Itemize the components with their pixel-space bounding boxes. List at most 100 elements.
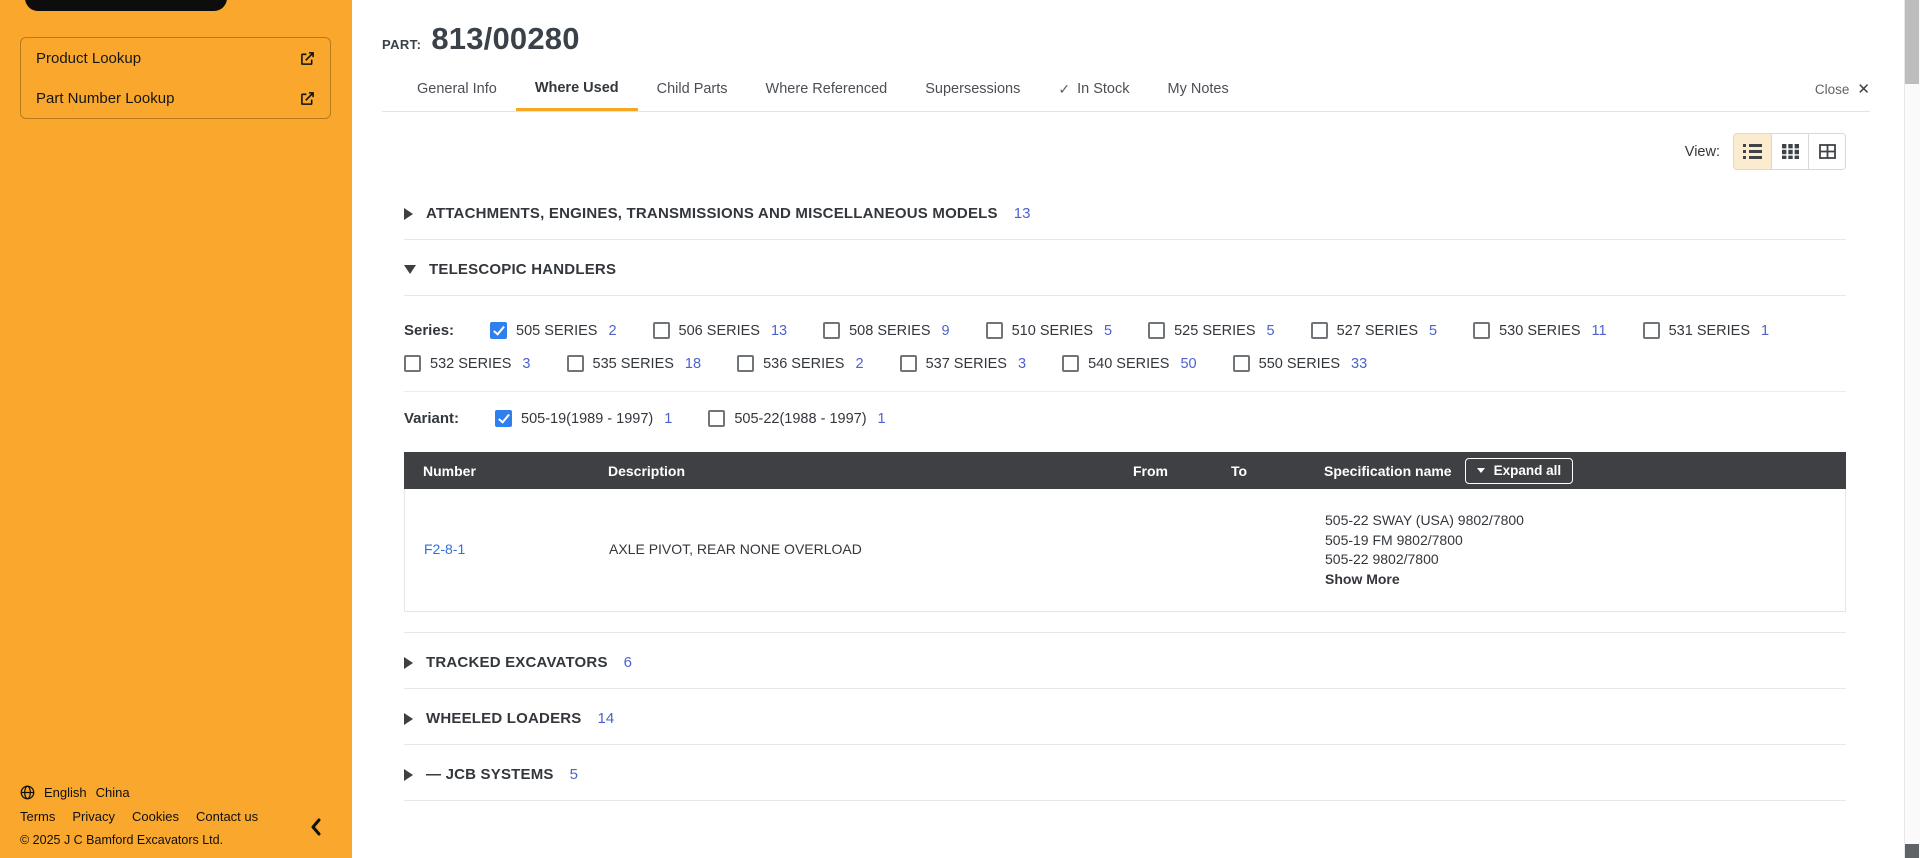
- chevron-down-icon: [1477, 468, 1485, 473]
- tab-child-parts[interactable]: Child Parts: [638, 67, 747, 111]
- table-view-button[interactable]: [1808, 134, 1845, 169]
- series-checkbox-506[interactable]: 506 SERIES 13: [653, 322, 788, 339]
- chevron-right-icon: [404, 208, 413, 220]
- expand-all-button[interactable]: Expand all: [1465, 458, 1574, 484]
- checkbox-icon: [1233, 355, 1250, 372]
- tab-my-notes[interactable]: My Notes: [1148, 67, 1247, 111]
- chevron-right-icon: [404, 713, 413, 725]
- checkbox-icon: [653, 322, 670, 339]
- variant-filter-row: Variant: 505-19(1989 - 1997) 1 505-22(19…: [404, 410, 1846, 427]
- part-header: PART: 813/00280: [382, 21, 1870, 57]
- list-view-button[interactable]: [1734, 134, 1771, 169]
- checkbox-checked-icon: [490, 322, 507, 339]
- grid-view-icon: [1782, 144, 1799, 159]
- series-checkbox-530[interactable]: 530 SERIES 11: [1473, 322, 1606, 339]
- external-link-icon: [299, 50, 316, 67]
- page-title: 813/00280: [431, 21, 579, 57]
- series-checkbox-535[interactable]: 535 SERIES 18: [567, 355, 702, 372]
- product-lookup-link[interactable]: Product Lookup: [21, 38, 330, 78]
- sidebar-collapse-button[interactable]: [310, 818, 322, 836]
- checkbox-icon: [1311, 322, 1328, 339]
- check-icon: ✓: [1058, 81, 1070, 98]
- series-checkbox-540[interactable]: 540 SERIES 50: [1062, 355, 1197, 372]
- variant-label: Variant:: [404, 410, 459, 427]
- close-icon: ✕: [1857, 80, 1870, 98]
- series-checkbox-510[interactable]: 510 SERIES 5: [986, 322, 1113, 339]
- column-description: Description: [589, 463, 1114, 479]
- series-checkbox-525[interactable]: 525 SERIES 5: [1148, 322, 1275, 339]
- divider: [404, 391, 1846, 392]
- checkbox-icon: [1148, 322, 1165, 339]
- section-count: 6: [624, 654, 632, 671]
- specification-item: 505-19 FM 9802/7800: [1325, 531, 1524, 551]
- specification-item: 505-22 9802/7800: [1325, 550, 1524, 570]
- section-jcb-systems[interactable]: — JCB SYSTEMS 5: [404, 745, 1846, 801]
- view-label: View:: [1685, 144, 1720, 160]
- series-checkbox-527[interactable]: 527 SERIES 5: [1311, 322, 1438, 339]
- tab-in-stock[interactable]: ✓ In Stock: [1039, 67, 1148, 111]
- view-toolbar: View:: [382, 133, 1846, 170]
- series-checkbox-537[interactable]: 537 SERIES 3: [900, 355, 1027, 372]
- variant-checkbox-505-19[interactable]: 505-19(1989 - 1997) 1: [495, 410, 672, 427]
- column-from: From: [1114, 463, 1212, 479]
- part-label: PART:: [382, 37, 421, 52]
- tab-bar: General Info Where Used Child Parts Wher…: [382, 67, 1870, 112]
- globe-icon: [20, 785, 35, 800]
- product-lookup-label: Product Lookup: [36, 50, 141, 67]
- copyright-text: © 2025 J C Bamford Excavators Ltd.: [20, 833, 258, 847]
- series-checkbox-532[interactable]: 532 SERIES 3: [404, 355, 531, 372]
- checkbox-icon: [986, 322, 1003, 339]
- section-telescopic-handlers[interactable]: TELESCOPIC HANDLERS: [404, 240, 1846, 296]
- specification-list: 505-22 SWAY (USA) 9802/7800 505-19 FM 98…: [1325, 511, 1524, 589]
- telescopic-handlers-body: Series: 505 SERIES 2 506 SERIES 13 508 S…: [404, 296, 1846, 633]
- view-switcher: [1733, 133, 1846, 170]
- grid-view-button[interactable]: [1771, 134, 1808, 169]
- part-number-lookup-link[interactable]: Part Number Lookup: [21, 78, 330, 118]
- checkbox-icon: [708, 410, 725, 427]
- series-checkbox-508[interactable]: 508 SERIES 9: [823, 322, 950, 339]
- scrollbar-down-arrow[interactable]: [1905, 844, 1919, 858]
- privacy-link[interactable]: Privacy: [72, 809, 115, 824]
- column-to: To: [1212, 463, 1305, 479]
- terms-link[interactable]: Terms: [20, 809, 55, 824]
- close-button[interactable]: Close ✕: [1815, 67, 1870, 111]
- part-number-link[interactable]: F2-8-1: [424, 541, 465, 557]
- checkbox-checked-icon: [495, 410, 512, 427]
- vertical-scrollbar[interactable]: [1904, 0, 1920, 858]
- column-specification-name: Specification name: [1324, 463, 1452, 479]
- region-selector[interactable]: China: [96, 785, 130, 800]
- series-checkbox-550[interactable]: 550 SERIES 33: [1233, 355, 1368, 372]
- checkbox-icon: [900, 355, 917, 372]
- series-checkbox-531[interactable]: 531 SERIES 1: [1643, 322, 1770, 339]
- tab-where-used[interactable]: Where Used: [516, 67, 638, 111]
- language-selector[interactable]: English: [44, 785, 87, 800]
- column-number: Number: [404, 463, 589, 479]
- section-attachments-engines[interactable]: ATTACHMENTS, ENGINES, TRANSMISSIONS AND …: [404, 184, 1846, 240]
- chevron-down-icon: [404, 265, 416, 274]
- where-used-table: Number Description From To Specification…: [404, 452, 1846, 612]
- specification-item: 505-22 SWAY (USA) 9802/7800: [1325, 511, 1524, 531]
- sidebar: Product Lookup Part Number Lookup Englis…: [0, 0, 352, 858]
- checkbox-icon: [737, 355, 754, 372]
- part-number-lookup-label: Part Number Lookup: [36, 90, 174, 107]
- cookies-link[interactable]: Cookies: [132, 809, 179, 824]
- checkbox-icon: [1643, 322, 1660, 339]
- section-count: 14: [598, 710, 615, 727]
- section-count: 13: [1014, 205, 1031, 222]
- show-more-link[interactable]: Show More: [1325, 570, 1524, 590]
- tab-supersessions[interactable]: Supersessions: [906, 67, 1039, 111]
- checkbox-icon: [1473, 322, 1490, 339]
- tab-general-info[interactable]: General Info: [398, 67, 516, 111]
- chevron-right-icon: [404, 769, 413, 781]
- section-wheeled-loaders[interactable]: WHEELED LOADERS 14: [404, 689, 1846, 745]
- section-tracked-excavators[interactable]: TRACKED EXCAVATORS 6: [404, 633, 1846, 689]
- logo-placeholder: [25, 0, 227, 11]
- series-checkbox-505[interactable]: 505 SERIES 2: [490, 322, 617, 339]
- series-checkbox-536[interactable]: 536 SERIES 2: [737, 355, 864, 372]
- contact-us-link[interactable]: Contact us: [196, 809, 258, 824]
- part-description: AXLE PIVOT, REAR NONE OVERLOAD: [609, 541, 862, 557]
- sidebar-footer: English China Terms Privacy Cookies Cont…: [20, 785, 258, 847]
- scrollbar-thumb[interactable]: [1905, 0, 1919, 84]
- tab-where-referenced[interactable]: Where Referenced: [747, 67, 907, 111]
- variant-checkbox-505-22[interactable]: 505-22(1988 - 1997) 1: [708, 410, 885, 427]
